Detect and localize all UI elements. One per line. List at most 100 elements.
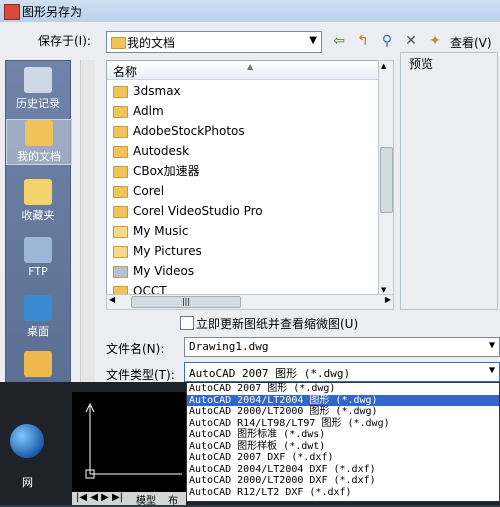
sort-arrow-icon: ▲ bbox=[247, 62, 254, 71]
list-item-label: Adlm bbox=[133, 104, 164, 118]
list-item[interactable]: Adlm bbox=[113, 101, 164, 121]
list-item[interactable]: CBox加速器 bbox=[113, 161, 200, 181]
title-bar[interactable]: 图形另存为 bbox=[0, 0, 500, 23]
chevron-down-icon[interactable]: ▼ bbox=[489, 365, 495, 376]
list-item[interactable]: Autodesk bbox=[113, 141, 189, 161]
list-item[interactable]: My Videos bbox=[113, 261, 194, 281]
file-name-value: Drawing1.dwg bbox=[189, 340, 269, 353]
file-type-option[interactable]: AutoCAD 2000/LT2000 图形 (*.dwg) bbox=[187, 406, 499, 418]
pictures-folder-icon bbox=[113, 245, 128, 258]
app-icon bbox=[4, 4, 20, 20]
place-ftp[interactable]: FTP bbox=[6, 237, 70, 278]
place-favorites[interactable]: 收藏夹 bbox=[6, 179, 70, 223]
file-type-dropdown-list: AutoCAD 2007 图形 (*.dwg) AutoCAD 2004/LT2… bbox=[186, 382, 500, 502]
ucs-icon bbox=[85, 402, 182, 479]
list-item-label: Corel VideoStudio Pro bbox=[133, 204, 263, 218]
scroll-down-icon[interactable]: ▼ bbox=[381, 286, 386, 294]
list-item-label: AdobeStockPhotos bbox=[133, 124, 245, 138]
file-name-input[interactable]: Drawing1.dwg ▼ bbox=[184, 337, 500, 357]
view-menu[interactable]: 查看(V) bbox=[450, 34, 492, 51]
file-type-option[interactable]: AutoCAD 2007 图形 (*.dwg) bbox=[187, 383, 499, 395]
list-item[interactable]: My Pictures bbox=[113, 241, 202, 261]
places-bar: 历史记录 我的文档 收藏夹 FTP 桌面 bbox=[5, 60, 72, 392]
place-more[interactable] bbox=[6, 351, 70, 379]
scroll-up-icon[interactable]: ▲ bbox=[381, 62, 386, 70]
place-label: 桌面 bbox=[27, 325, 49, 338]
list-item[interactable]: AdobeStockPhotos bbox=[113, 121, 245, 141]
chevron-down-icon[interactable]: ▼ bbox=[489, 340, 495, 351]
favorites-icon bbox=[24, 179, 52, 205]
scroll-thumb[interactable] bbox=[380, 147, 393, 213]
folder-icon bbox=[111, 37, 126, 49]
list-item-label: My Music bbox=[133, 224, 189, 238]
desktop-icon-label: 网 bbox=[22, 476, 33, 489]
network-globe-icon bbox=[10, 424, 44, 458]
scroll-left-icon[interactable]: ◀ bbox=[109, 295, 115, 304]
ftp-icon bbox=[24, 237, 52, 263]
videos-folder-icon bbox=[113, 265, 128, 278]
folder-icon bbox=[113, 145, 128, 158]
place-label: FTP bbox=[28, 265, 48, 278]
up-folder-icon[interactable]: ↰ bbox=[354, 32, 372, 50]
scroll-thumb[interactable]: ||| bbox=[131, 296, 241, 308]
my-documents-icon bbox=[25, 120, 53, 146]
column-header-name[interactable]: 名称 ▲ bbox=[107, 61, 379, 80]
chevron-down-icon: ▼ bbox=[309, 35, 317, 46]
folder-icon bbox=[113, 165, 128, 178]
place-history[interactable]: 历史记录 bbox=[6, 67, 70, 111]
layout-tabs: |◀ ◀ ▶ ▶| 模型 布 bbox=[72, 492, 186, 507]
file-type-option[interactable]: AutoCAD 2000/LT2000 DXF (*.dxf) bbox=[187, 475, 499, 487]
save-in-dropdown[interactable]: 我的文档 ▼ bbox=[106, 31, 322, 53]
list-item-label: Autodesk bbox=[133, 144, 190, 158]
folder-icon bbox=[113, 185, 128, 198]
window-title: 图形另存为 bbox=[22, 5, 83, 19]
update-thumbnail-checkbox[interactable] bbox=[180, 316, 194, 330]
file-type-option[interactable]: AutoCAD R14/LT98/LT97 图形 (*.dwg) bbox=[187, 418, 499, 430]
scroll-right-icon[interactable]: ▶ bbox=[385, 295, 391, 304]
place-label: 我的文档 bbox=[17, 150, 61, 163]
place-desktop[interactable]: 桌面 bbox=[6, 295, 70, 339]
place-my-documents[interactable]: 我的文档 bbox=[6, 119, 72, 165]
folder-icon bbox=[113, 125, 128, 138]
desktop-icon bbox=[24, 295, 52, 321]
folder-icon bbox=[113, 85, 128, 98]
list-item[interactable]: Corel VideoStudio Pro bbox=[113, 201, 263, 221]
list-item-label: My Videos bbox=[133, 264, 195, 278]
back-icon[interactable]: ⇦ bbox=[330, 32, 348, 50]
delete-icon[interactable]: ✕ bbox=[402, 32, 420, 50]
file-type-option[interactable]: AutoCAD 图形标准 (*.dws) bbox=[187, 429, 499, 441]
list-item[interactable]: My Music bbox=[113, 221, 188, 241]
list-item-label: Corel bbox=[133, 184, 165, 198]
file-type-option[interactable]: AutoCAD 2004/LT2004 DXF (*.dxf) bbox=[187, 464, 499, 476]
file-list: 名称 ▲ 3dsmax Adlm AdobeStockPhotos Autode… bbox=[106, 60, 380, 296]
new-folder-icon[interactable]: ✦ bbox=[426, 32, 444, 50]
drawing-canvas[interactable] bbox=[72, 392, 186, 492]
music-folder-icon bbox=[113, 225, 128, 238]
places-scrollbar[interactable] bbox=[80, 60, 95, 390]
tab-nav-icons[interactable]: |◀ ◀ ▶ ▶| bbox=[76, 492, 123, 503]
save-in-value: 我的文档 bbox=[127, 36, 176, 50]
column-header-label: 名称 bbox=[113, 65, 138, 79]
file-type-option[interactable]: AutoCAD 图形样板 (*.dwt) bbox=[187, 441, 499, 453]
save-in-label: 保存于(I): bbox=[38, 34, 91, 48]
folder-icon bbox=[113, 105, 128, 118]
file-type-option[interactable]: AutoCAD 2007 DXF (*.dxf) bbox=[187, 452, 499, 464]
list-item-label: My Pictures bbox=[133, 244, 202, 258]
file-list-vscrollbar[interactable]: ▲ ▼ bbox=[378, 60, 394, 296]
file-type-option-highlighted[interactable]: AutoCAD 2004/LT2004 图形 (*.dwg) bbox=[187, 394, 499, 406]
update-thumbnail-label: 立即更新图纸并查看缩微图(U) bbox=[196, 317, 359, 331]
list-item[interactable]: 3dsmax bbox=[113, 81, 181, 101]
preview-label: 预览 bbox=[409, 57, 434, 71]
file-list-hscrollbar[interactable]: ◀ ||| ▶ bbox=[106, 294, 394, 310]
list-item-label: CBox加速器 bbox=[133, 164, 200, 178]
list-item-label: 3dsmax bbox=[133, 84, 181, 98]
file-name-label: 文件名(N): bbox=[106, 342, 165, 356]
file-type-option[interactable]: AutoCAD R12/LT2 DXF (*.dxf) bbox=[187, 487, 499, 499]
search-icon[interactable]: ⚲ bbox=[378, 32, 396, 50]
file-type-select[interactable]: AutoCAD 2007 图形 (*.dwg) ▼ bbox=[184, 362, 500, 382]
place-label: 历史记录 bbox=[16, 97, 60, 110]
history-icon bbox=[24, 67, 52, 93]
folder-icon bbox=[24, 351, 52, 377]
save-dialog: 保存于(I): 我的文档 ▼ ⇦ ↰ ⚲ ✕ ✦ 查看(V) 历史记录 我的文档… bbox=[0, 22, 500, 392]
list-item[interactable]: Corel bbox=[113, 181, 164, 201]
